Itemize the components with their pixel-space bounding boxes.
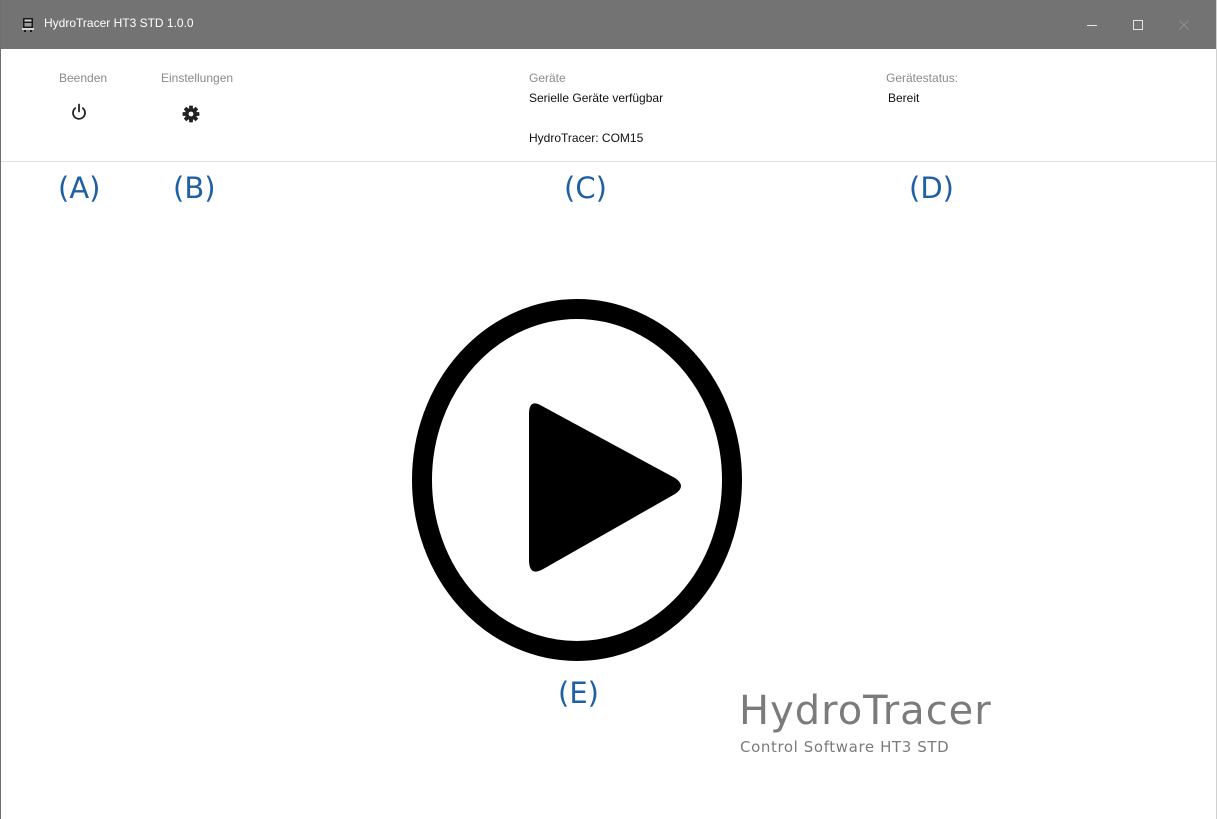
settings-button[interactable]: Einstellungen xyxy=(156,49,266,139)
annotation-c: (C) xyxy=(564,171,607,205)
device-status-label: Gerätestatus: xyxy=(886,71,959,85)
serial-devices-status: Serielle Geräte verfügbar xyxy=(529,91,664,105)
annotation-a: (A) xyxy=(58,171,101,205)
device-status-value: Bereit xyxy=(888,91,920,105)
title-bar[interactable]: HydroTracer HT3 STD 1.0.0 xyxy=(1,0,1216,49)
quit-label: Beenden xyxy=(59,71,108,85)
annotation-b: (B) xyxy=(173,171,216,205)
minimize-icon xyxy=(1087,25,1097,26)
brand-subtitle: Control Software HT3 STD xyxy=(740,738,950,756)
gear-icon xyxy=(182,105,200,123)
play-circle-icon xyxy=(412,299,742,661)
brand-title: HydroTracer xyxy=(739,688,992,734)
window-title: HydroTracer HT3 STD 1.0.0 xyxy=(44,16,194,30)
maximize-icon xyxy=(1133,20,1143,30)
devices-label: Geräte xyxy=(529,71,566,85)
device-port: HydroTracer: COM15 xyxy=(529,131,644,145)
minimize-button[interactable] xyxy=(1069,0,1115,49)
annotation-d: (D) xyxy=(909,171,954,205)
power-icon xyxy=(72,103,86,120)
start-button[interactable] xyxy=(411,298,743,662)
settings-label: Einstellungen xyxy=(161,71,234,85)
maximize-button[interactable] xyxy=(1115,0,1161,49)
annotation-e: (E) xyxy=(558,676,599,710)
close-button[interactable] xyxy=(1161,0,1207,49)
app-icon xyxy=(22,18,34,32)
toolbar: Beenden Einstellungen Geräte Serielle Ge… xyxy=(1,49,1216,162)
close-icon xyxy=(1179,20,1189,30)
quit-button[interactable]: Beenden xyxy=(46,49,126,139)
app-window: HydroTracer HT3 STD 1.0.0 Beenden Einste… xyxy=(0,0,1217,819)
